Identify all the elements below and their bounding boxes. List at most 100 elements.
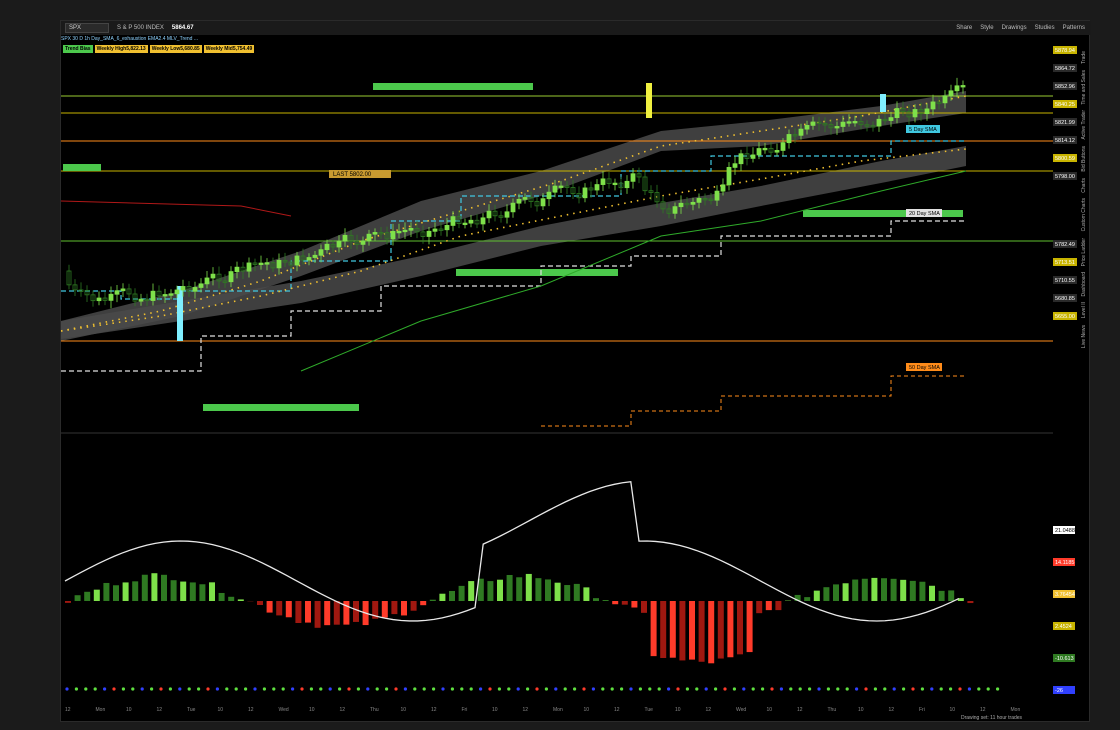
- squeeze-dot: [563, 687, 567, 691]
- histogram-bar: [583, 587, 590, 601]
- squeeze-dot: [441, 687, 445, 691]
- price-tag: 5852.96: [1055, 84, 1075, 90]
- candle-body: [486, 210, 492, 219]
- squeeze-dot: [732, 687, 737, 691]
- histogram-bar: [698, 601, 705, 662]
- time-label: 10: [949, 707, 956, 713]
- histogram-bar: [612, 601, 619, 605]
- histogram-bar: [593, 598, 599, 601]
- candle-body: [426, 230, 432, 237]
- squeeze-dot: [159, 687, 163, 691]
- zone-bar: [63, 164, 101, 171]
- candle-body: [150, 290, 156, 301]
- time-label: 10: [400, 707, 407, 713]
- histogram-bar: [333, 601, 340, 625]
- squeeze-dot: [422, 687, 426, 691]
- histogram-bar: [573, 583, 580, 601]
- squeeze-dot: [328, 687, 332, 691]
- svg-text:20 Day SMA: 20 Day SMA: [909, 211, 940, 217]
- histogram-bar: [929, 585, 935, 601]
- candle-body: [894, 108, 900, 119]
- tab-live-news[interactable]: Live News: [1081, 325, 1087, 348]
- tab-custom-charts[interactable]: Custom Charts: [1081, 198, 1087, 231]
- sma50-step-line: [541, 375, 966, 427]
- tab-level-ii[interactable]: Level II: [1081, 302, 1087, 318]
- candle-body: [180, 286, 186, 291]
- time-label: 12: [522, 707, 529, 713]
- histogram-bar: [439, 593, 446, 601]
- squeeze-dot: [140, 687, 144, 691]
- histogram-bar: [189, 582, 196, 601]
- candle-body: [234, 266, 240, 272]
- candle-body: [468, 219, 474, 224]
- histogram-bar: [429, 599, 436, 601]
- tab-time-and-sales[interactable]: Time and Sales: [1081, 70, 1087, 105]
- histogram-bar: [631, 601, 638, 608]
- tab-price-ladder[interactable]: Price Ladder: [1081, 238, 1087, 266]
- price-tag: 5800.59: [1055, 156, 1075, 162]
- candle-body: [390, 231, 396, 240]
- ema-ribbon-lower: [61, 146, 966, 339]
- candle-body: [108, 293, 114, 301]
- squeeze-dot: [864, 687, 868, 691]
- sma50-label: 50 Day SMA: [906, 363, 942, 371]
- histogram-bar: [679, 601, 686, 661]
- histogram-bar: [180, 581, 187, 601]
- tab-dashboard[interactable]: Dashboard: [1081, 272, 1087, 296]
- candle-body: [738, 153, 744, 165]
- tab-charts[interactable]: Charts: [1081, 178, 1087, 193]
- candle-body: [696, 198, 702, 203]
- candle-body: [876, 118, 882, 127]
- histogram-bar: [151, 573, 158, 601]
- squeeze-dot: [695, 687, 699, 691]
- squeeze-dot: [516, 687, 520, 691]
- squeeze-dot: [507, 687, 511, 691]
- price-tag: 5821.99: [1055, 120, 1075, 126]
- histogram-bar: [641, 601, 647, 613]
- squeeze-dot: [375, 687, 379, 691]
- squeeze-dot: [479, 687, 483, 691]
- histogram-bar: [305, 601, 311, 623]
- price-chart[interactable]: LAST 5802.00 5 Day SMA 20 Day SMA 50 Day…: [61, 21, 1091, 711]
- histogram-bar: [823, 587, 830, 601]
- squeeze-dot: [629, 687, 633, 691]
- time-label: 12: [156, 707, 163, 713]
- candle-body: [774, 150, 780, 153]
- squeeze-dot: [986, 687, 990, 691]
- histogram-bar: [900, 579, 907, 601]
- tab-active-trader[interactable]: Active Trader: [1081, 110, 1087, 139]
- histogram-bar: [516, 577, 523, 601]
- squeeze-dot: [244, 687, 248, 691]
- candle-body: [888, 117, 894, 121]
- histogram-bar: [209, 582, 215, 601]
- candle-body: [264, 262, 270, 265]
- candle-body: [138, 298, 144, 302]
- highlight-candle: [177, 286, 183, 341]
- squeeze-dot: [187, 687, 191, 691]
- squeeze-dot: [535, 687, 539, 691]
- histogram-bar: [381, 601, 388, 618]
- candle-body: [558, 185, 564, 188]
- squeeze-dot: [779, 687, 784, 691]
- candle-body: [912, 109, 918, 118]
- histogram-bar: [353, 601, 359, 622]
- squeeze-dot: [808, 687, 812, 691]
- price-tag: 5680.85: [1055, 296, 1075, 302]
- squeeze-dot: [385, 687, 389, 691]
- oscillator-pane: [64, 480, 1000, 691]
- histogram-bar: [276, 601, 283, 616]
- squeeze-dot: [215, 687, 219, 691]
- price-axis-tags: 5878.94 5864.72 5852.96 5840.25 5821.99 5814.…: [1053, 46, 1077, 320]
- squeeze-dot: [648, 687, 652, 691]
- squeeze-dot: [394, 687, 398, 691]
- last-price-label: LAST 5802.00: [329, 170, 391, 178]
- histogram-bar: [228, 596, 235, 601]
- tab-bid-buttons[interactable]: Bid Buttons: [1081, 146, 1087, 172]
- histogram-bar: [468, 581, 475, 601]
- svg-text:50 Day SMA: 50 Day SMA: [909, 365, 940, 371]
- candle-body: [120, 288, 126, 292]
- candle-body: [720, 184, 726, 192]
- tab-trade[interactable]: Trade: [1081, 51, 1087, 64]
- candle-body: [114, 290, 120, 295]
- candle-body: [96, 297, 102, 302]
